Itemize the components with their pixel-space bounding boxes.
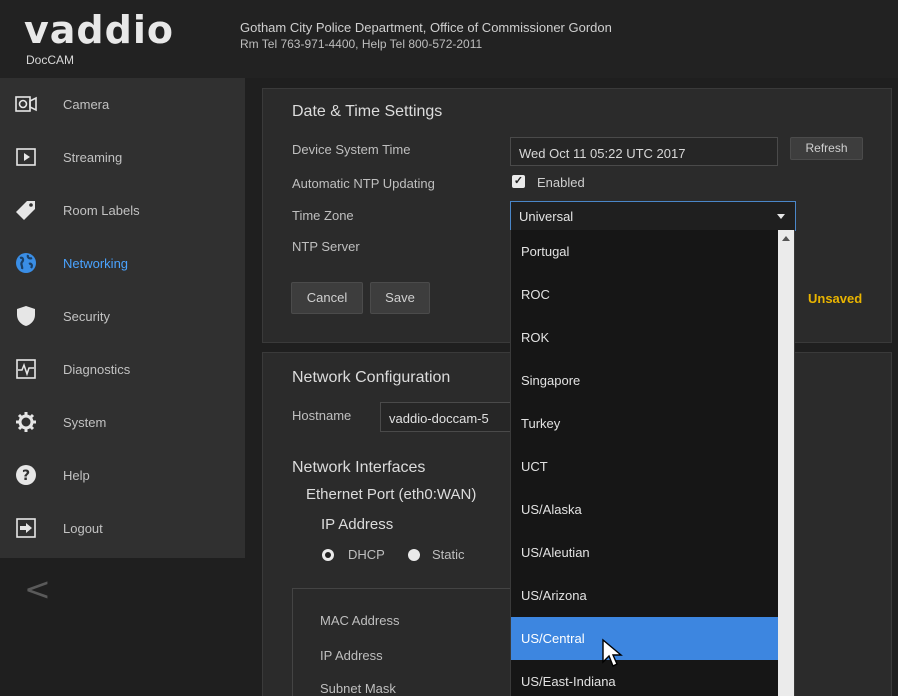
dropdown-option[interactable]: Turkey xyxy=(511,402,779,445)
logout-icon xyxy=(15,517,37,539)
sidebar-item-label: Security xyxy=(63,308,110,324)
sidebar-item-label: Logout xyxy=(63,520,103,536)
device-time-label: Device System Time xyxy=(292,142,411,157)
sidebar-item-help[interactable]: ? Help xyxy=(0,449,245,501)
sidebar-item-label: Streaming xyxy=(63,149,123,165)
pulse-icon xyxy=(15,358,37,380)
sidebar-item-camera[interactable]: Camera xyxy=(0,78,245,130)
network-interfaces-title: Network Interfaces xyxy=(292,459,426,476)
svg-text:?: ? xyxy=(22,468,30,484)
date-time-title: Date & Time Settings xyxy=(292,103,443,120)
sidebar-item-label: Diagnostics xyxy=(63,361,131,377)
hostname-label: Hostname xyxy=(292,408,352,423)
save-button[interactable]: Save xyxy=(370,282,430,314)
sidebar-item-streaming[interactable]: Streaming xyxy=(0,131,245,183)
ntp-enabled-checkbox[interactable]: ✓ xyxy=(512,175,525,188)
dropdown-option[interactable]: UCT xyxy=(511,445,779,488)
dropdown-option[interactable]: Singapore xyxy=(511,359,779,402)
sidebar: Camera Streaming Room Labels Networking … xyxy=(0,78,245,558)
sidebar-item-label: Camera xyxy=(63,96,110,112)
dhcp-radio[interactable] xyxy=(322,549,334,561)
dropdown-scrollbar[interactable] xyxy=(778,230,794,696)
scroll-up-icon[interactable] xyxy=(782,236,790,241)
hostname-field[interactable]: vaddio-doccam-5 xyxy=(380,402,530,432)
shield-icon xyxy=(15,305,37,327)
refresh-button[interactable]: Refresh xyxy=(790,137,863,160)
unsaved-status: Unsaved xyxy=(808,291,863,306)
chevron-down-icon xyxy=(777,214,785,219)
sidebar-item-label: Help xyxy=(63,467,90,483)
ethernet-port-label: Ethernet Port (eth0:WAN) xyxy=(306,486,477,503)
cancel-button[interactable]: Cancel xyxy=(291,282,363,314)
interface-details-box xyxy=(292,588,522,696)
ntp-enabled-label: Enabled xyxy=(537,175,585,190)
dropdown-option[interactable]: ROC xyxy=(511,273,779,316)
camera-icon xyxy=(15,93,37,115)
device-time-field: Wed Oct 11 05:22 UTC 2017 xyxy=(510,137,778,166)
ip-address-label: IP Address xyxy=(320,648,383,663)
time-zone-select[interactable]: Universal xyxy=(510,201,796,231)
static-label: Static xyxy=(432,547,465,562)
time-zone-value: Universal xyxy=(519,209,574,224)
globe-icon xyxy=(15,252,37,274)
sidebar-item-room-labels[interactable]: Room Labels xyxy=(0,184,245,236)
help-icon: ? xyxy=(15,464,37,486)
static-radio[interactable] xyxy=(408,549,420,561)
play-icon xyxy=(15,146,37,168)
sidebar-item-logout[interactable]: Logout xyxy=(0,502,245,554)
subnet-mask-label: Subnet Mask xyxy=(320,681,396,696)
dhcp-label: DHCP xyxy=(348,547,385,562)
vaddio-logo: vaddio xyxy=(24,8,174,52)
dropdown-option[interactable]: US/Arizona xyxy=(511,574,779,617)
mouse-cursor-icon xyxy=(602,638,623,667)
sidebar-item-system[interactable]: System xyxy=(0,396,245,448)
sidebar-item-networking[interactable]: Networking xyxy=(0,237,245,289)
ntp-updating-label: Automatic NTP Updating xyxy=(292,176,435,191)
sidebar-item-diagnostics[interactable]: Diagnostics xyxy=(0,343,245,395)
organization-name: Gotham City Police Department, Office of… xyxy=(240,20,612,35)
ip-address-title: IP Address xyxy=(321,516,394,533)
dropdown-option[interactable]: ROK xyxy=(511,316,779,359)
collapse-sidebar-icon[interactable]: < xyxy=(24,570,51,608)
product-name: DocCAM xyxy=(26,53,75,67)
tag-icon xyxy=(15,199,37,221)
network-config-title: Network Configuration xyxy=(292,369,451,386)
sidebar-item-label: Room Labels xyxy=(63,202,140,218)
sidebar-item-label: Networking xyxy=(63,255,129,271)
header-bar: vaddio DocCAM Gotham City Police Departm… xyxy=(0,0,898,78)
sidebar-item-security[interactable]: Security xyxy=(0,290,245,342)
sidebar-item-label: System xyxy=(63,414,107,430)
ntp-server-label: NTP Server xyxy=(292,239,360,254)
time-zone-dropdown-list[interactable]: Portugal ROC ROK Singapore Turkey UCT US… xyxy=(510,230,795,696)
organization-phone: Rm Tel 763-971-4400, Help Tel 800-572-20… xyxy=(240,37,483,51)
time-zone-label: Time Zone xyxy=(292,208,354,223)
dropdown-option[interactable]: US/Aleutian xyxy=(511,531,779,574)
dropdown-option-highlighted[interactable]: US/Central xyxy=(511,617,779,660)
dropdown-option[interactable]: US/Alaska xyxy=(511,488,779,531)
mac-address-label: MAC Address xyxy=(320,613,400,628)
dropdown-option[interactable]: Portugal xyxy=(511,230,779,273)
gear-icon xyxy=(15,411,37,433)
dropdown-option[interactable]: US/East-Indiana xyxy=(511,660,779,696)
